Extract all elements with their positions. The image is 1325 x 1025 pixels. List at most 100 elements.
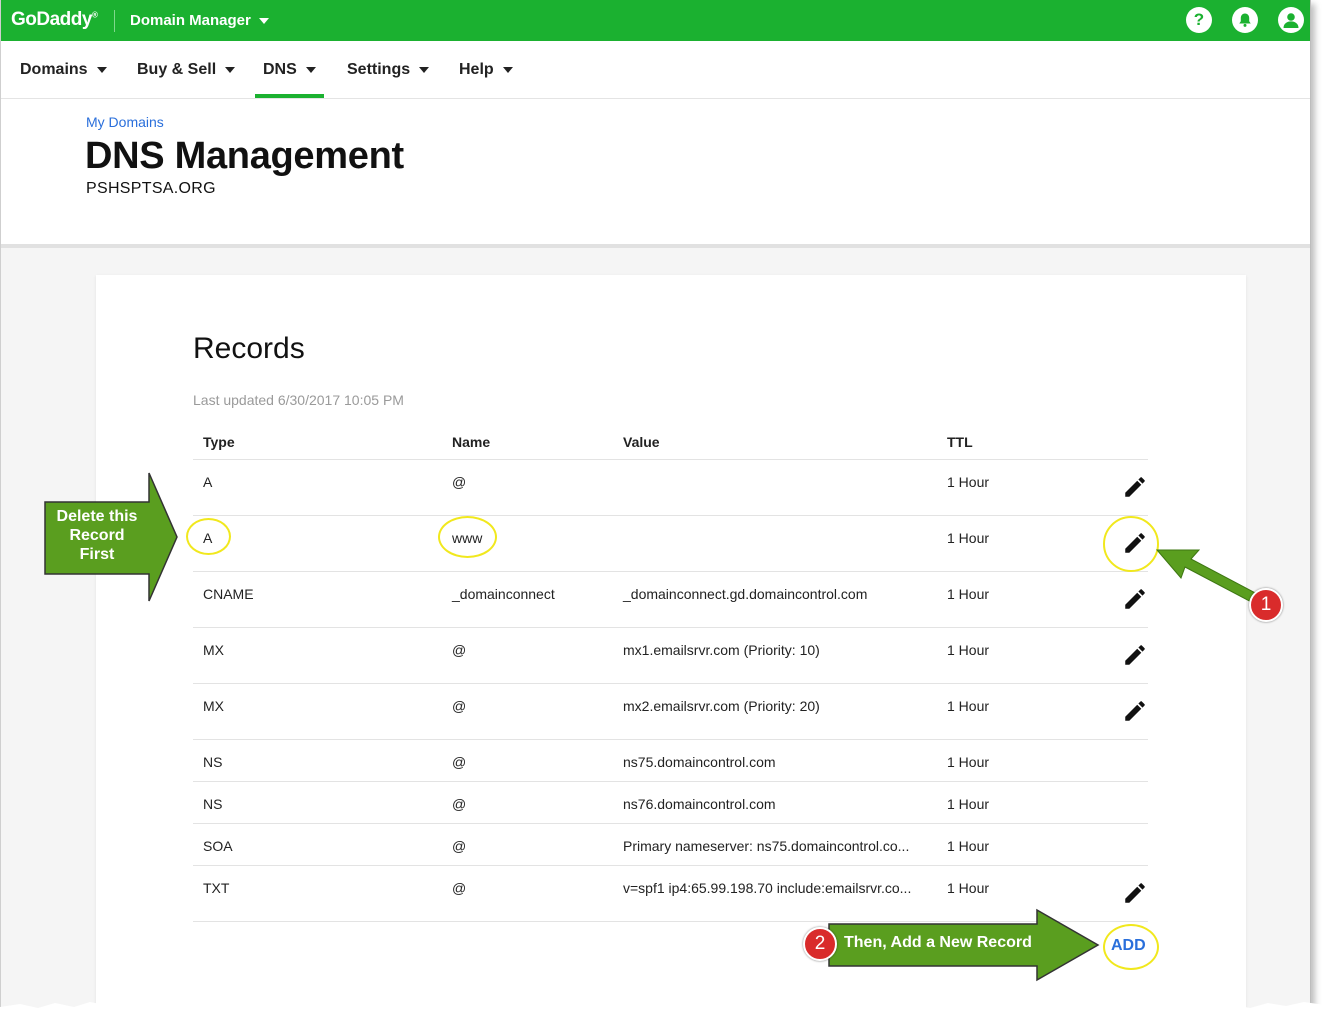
chevron-down-icon [96, 66, 107, 73]
add-note-text: Then, Add a New Record [844, 934, 1032, 951]
record-ttl: 1 Hour [937, 823, 1077, 866]
record-type: SOA [193, 823, 442, 866]
column-header-value[interactable]: Value [613, 425, 937, 460]
topbar-divider [114, 10, 115, 32]
record-name: @ [442, 627, 613, 684]
pencil-icon[interactable] [1122, 642, 1148, 668]
step-badge-2: 2 [803, 927, 837, 961]
record-type: TXT [193, 865, 442, 922]
record-ttl: 1 Hour [937, 627, 1077, 684]
record-name: @ [442, 781, 613, 824]
chevron-down-icon [258, 17, 269, 24]
record-actions [1077, 781, 1148, 824]
record-value [613, 459, 937, 516]
bell-icon[interactable] [1232, 7, 1258, 33]
nav-domains[interactable]: Domains [20, 41, 107, 98]
record-name: www [442, 515, 613, 572]
chevron-down-icon [502, 66, 513, 73]
record-value [613, 515, 937, 572]
main-nav: Domains Buy & Sell DNS Settings Help [1, 41, 1310, 99]
record-ttl: 1 Hour [937, 459, 1077, 516]
delete-note-line: Record [69, 527, 125, 544]
record-actions [1077, 823, 1148, 866]
nav-label: Settings [347, 60, 411, 78]
record-actions [1077, 515, 1148, 572]
records-card: Records Last updated 6/30/2017 10:05 PM … [96, 275, 1246, 1008]
record-type: NS [193, 781, 442, 824]
table-row: NS @ ns75.domaincontrol.com 1 Hour [193, 739, 1148, 782]
record-value: _domainconnect.gd.domaincontrol.com [613, 571, 937, 628]
record-ttl: 1 Hour [937, 781, 1077, 824]
record-type: MX [193, 627, 442, 684]
pencil-icon[interactable] [1122, 530, 1148, 556]
column-header-actions [1077, 425, 1148, 460]
pencil-icon[interactable] [1122, 474, 1148, 500]
nav-dns[interactable]: DNS [255, 41, 324, 98]
page-title: DNS Management [85, 135, 404, 177]
record-name: _domainconnect [442, 571, 613, 628]
column-header-ttl[interactable]: TTL [937, 425, 1077, 460]
table-row: MX @ mx2.emailsrvr.com (Priority: 20) 1 … [193, 683, 1148, 740]
record-ttl: 1 Hour [937, 739, 1077, 782]
record-value: ns75.domaincontrol.com [613, 739, 937, 782]
record-value: v=spf1 ip4:65.99.198.70 include:emailsrv… [613, 865, 937, 922]
table-row: A @ 1 Hour [193, 459, 1148, 516]
chevron-down-icon [419, 66, 430, 73]
browser-page: GoDaddy® Domain Manager ? Domains Buy & … [0, 0, 1311, 1008]
record-actions [1077, 571, 1148, 628]
delete-note-text: Delete this Record First [45, 507, 149, 564]
nav-label: Buy & Sell [137, 60, 217, 78]
record-actions [1077, 865, 1148, 922]
torn-edge [0, 1002, 1325, 1025]
domain-name: PSHSPTSA.ORG [86, 180, 216, 197]
record-value: mx1.emailsrvr.com (Priority: 10) [613, 627, 937, 684]
records-table: Type Name Value TTL A @ 1 Hour A www 1 H… [193, 425, 1148, 922]
record-ttl: 1 Hour [937, 571, 1077, 628]
last-updated: Last updated 6/30/2017 10:05 PM [193, 392, 404, 408]
record-actions [1077, 683, 1148, 740]
record-type: NS [193, 739, 442, 782]
account-icon[interactable] [1278, 7, 1304, 33]
table-header-row: Type Name Value TTL [193, 425, 1148, 460]
delete-note-line: First [79, 546, 115, 563]
chevron-down-icon [305, 66, 316, 73]
nav-label: DNS [263, 60, 297, 78]
record-value: ns76.domaincontrol.com [613, 781, 937, 824]
help-icon[interactable]: ? [1186, 7, 1212, 33]
record-type: CNAME [193, 571, 442, 628]
app-switcher[interactable]: Domain Manager [130, 12, 269, 29]
record-type: A [193, 459, 442, 516]
column-header-name[interactable]: Name [442, 425, 613, 460]
nav-label: Help [459, 60, 494, 78]
record-name: @ [442, 683, 613, 740]
top-bar: GoDaddy® Domain Manager ? [1, 0, 1310, 42]
table-row: TXT @ v=spf1 ip4:65.99.198.70 include:em… [193, 865, 1148, 922]
pencil-icon[interactable] [1122, 698, 1148, 724]
pencil-icon[interactable] [1122, 880, 1148, 906]
column-header-type[interactable]: Type [193, 425, 442, 460]
record-actions [1077, 627, 1148, 684]
chevron-down-icon [225, 66, 236, 73]
pencil-icon[interactable] [1122, 586, 1148, 612]
record-name: @ [442, 823, 613, 866]
records-title: Records [193, 332, 305, 365]
nav-label: Domains [20, 60, 88, 78]
record-name: @ [442, 865, 613, 922]
nav-buy-sell[interactable]: Buy & Sell [137, 41, 236, 98]
record-ttl: 1 Hour [937, 515, 1077, 572]
table-row: CNAME _domainconnect _domainconnect.gd.d… [193, 571, 1148, 628]
record-value: Primary nameserver: ns75.domaincontrol.c… [613, 823, 937, 866]
app-name: Domain Manager [130, 12, 251, 29]
record-value: mx2.emailsrvr.com (Priority: 20) [613, 683, 937, 740]
record-actions [1077, 459, 1148, 516]
record-ttl: 1 Hour [937, 865, 1077, 922]
record-type: A [193, 515, 442, 572]
add-record-button[interactable]: ADD [1111, 937, 1146, 955]
page-header: My Domains DNS Management PSHSPTSA.ORG [1, 99, 1310, 248]
nav-help[interactable]: Help [459, 41, 513, 98]
nav-settings[interactable]: Settings [347, 41, 430, 98]
godaddy-logo[interactable]: GoDaddy® [11, 9, 98, 31]
record-ttl: 1 Hour [937, 683, 1077, 740]
record-name: @ [442, 459, 613, 516]
breadcrumb-my-domains[interactable]: My Domains [86, 114, 164, 130]
